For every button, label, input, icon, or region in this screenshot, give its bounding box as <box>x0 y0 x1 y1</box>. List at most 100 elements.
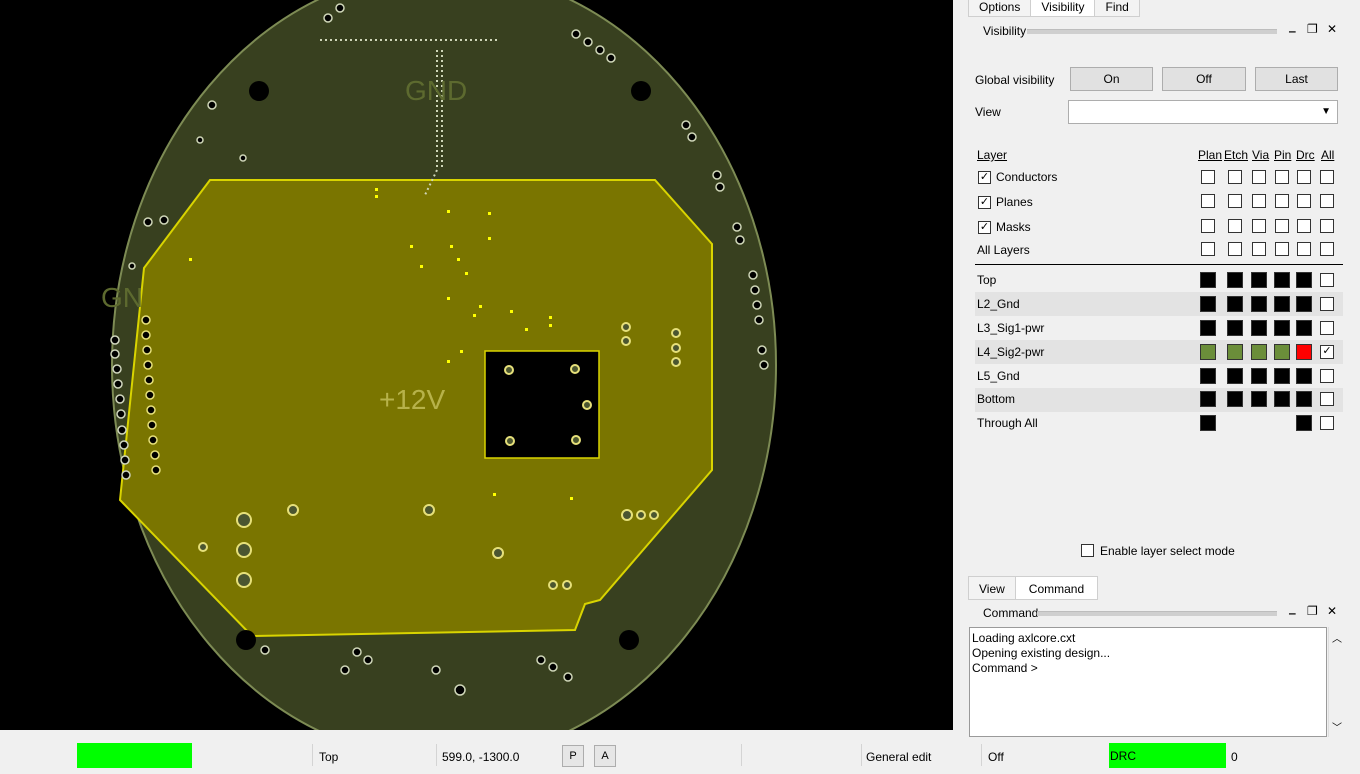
group-toggle-plan[interactable] <box>1201 170 1215 184</box>
layer-row-l3-sig1-pwr[interactable]: L3_Sig1-pwr <box>977 321 1044 335</box>
tab-view[interactable]: View <box>968 576 1016 600</box>
minimize-icon[interactable]: ‒ <box>1289 606 1296 620</box>
group-toggle-via[interactable] <box>1252 170 1266 184</box>
layer-all-checkbox[interactable] <box>1320 392 1334 406</box>
group-toggle-etch[interactable] <box>1228 194 1242 208</box>
group-toggle-etch[interactable] <box>1228 242 1242 256</box>
conductors-checkbox[interactable]: ✓ <box>978 171 991 184</box>
layer-color-swatch-pin[interactable] <box>1274 272 1290 288</box>
a-button[interactable]: A <box>594 745 616 767</box>
layer-all-checkbox[interactable] <box>1320 297 1334 311</box>
layer-color-swatch-drc[interactable] <box>1296 320 1312 336</box>
layer-color-swatch-plan[interactable] <box>1200 296 1216 312</box>
minimize-icon[interactable]: ‒ <box>1289 24 1296 38</box>
layer-color-swatch-pin[interactable] <box>1274 344 1290 360</box>
visibility-on-button[interactable]: On <box>1070 67 1153 91</box>
group-toggle-etch[interactable] <box>1228 170 1242 184</box>
all-column-header[interactable]: All <box>1321 148 1334 162</box>
layer-color-swatch-etch[interactable] <box>1227 368 1243 384</box>
layer-color-swatch-etch[interactable] <box>1227 344 1243 360</box>
tab-find[interactable]: Find <box>1094 0 1140 17</box>
board-view[interactable]: GND GN +12V <box>0 0 953 730</box>
layer-color-swatch-pin[interactable] <box>1274 320 1290 336</box>
scroll-down-icon[interactable]: ﹀ <box>1332 719 1342 734</box>
restore-icon[interactable]: ❐ <box>1307 604 1318 618</box>
layer-all-checkbox[interactable]: ✓ <box>1320 345 1334 359</box>
layer-color-swatch-plan[interactable] <box>1200 320 1216 336</box>
plan-column-header[interactable]: Plan <box>1198 148 1222 162</box>
visibility-off-button[interactable]: Off <box>1162 67 1246 91</box>
layer-color-swatch-pin[interactable] <box>1274 368 1290 384</box>
close-icon[interactable]: ✕ <box>1327 22 1337 36</box>
layer-color-swatch-via[interactable] <box>1251 368 1267 384</box>
layer-row-top[interactable]: Top <box>977 273 996 287</box>
layer-color-swatch-via[interactable] <box>1251 320 1267 336</box>
layer-color-swatch-plan[interactable] <box>1200 391 1216 407</box>
layer-color-swatch-plan[interactable] <box>1200 368 1216 384</box>
group-toggle-pin[interactable] <box>1275 219 1289 233</box>
layer-color-swatch-etch[interactable] <box>1227 272 1243 288</box>
visibility-last-button[interactable]: Last <box>1255 67 1338 91</box>
layer-color-swatch-etch[interactable] <box>1227 296 1243 312</box>
tab-visibility[interactable]: Visibility <box>1030 0 1096 17</box>
group-toggle-all[interactable] <box>1320 194 1334 208</box>
pin-column-header[interactable]: Pin <box>1274 148 1291 162</box>
group-toggle-plan[interactable] <box>1201 242 1215 256</box>
group-toggle-pin[interactable] <box>1275 242 1289 256</box>
group-toggle-all[interactable] <box>1320 242 1334 256</box>
layer-all-checkbox[interactable] <box>1320 416 1334 430</box>
layer-color-swatch-drc[interactable] <box>1296 391 1312 407</box>
group-toggle-drc[interactable] <box>1297 242 1311 256</box>
layer-all-checkbox[interactable] <box>1320 369 1334 383</box>
layer-color-swatch-etch[interactable] <box>1227 320 1243 336</box>
layer-color-swatch-plan[interactable] <box>1200 344 1216 360</box>
layer-color-swatch-drc[interactable] <box>1296 344 1312 360</box>
group-toggle-drc[interactable] <box>1297 170 1311 184</box>
layer-color-swatch-etch[interactable] <box>1227 391 1243 407</box>
layer-color-swatch-pin[interactable] <box>1274 296 1290 312</box>
group-toggle-via[interactable] <box>1252 242 1266 256</box>
layer-all-checkbox[interactable] <box>1320 273 1334 287</box>
close-icon[interactable]: ✕ <box>1327 604 1337 618</box>
layer-color-swatch-pin[interactable] <box>1274 391 1290 407</box>
tab-options[interactable]: Options <box>968 0 1032 17</box>
tab-command[interactable]: Command <box>1014 576 1099 600</box>
group-toggle-via[interactable] <box>1252 194 1266 208</box>
group-toggle-plan[interactable] <box>1201 219 1215 233</box>
drc-indicator[interactable]: DRC <box>1109 743 1226 768</box>
via-column-header[interactable]: Via <box>1252 148 1269 162</box>
command-scrollbar[interactable]: ︿ ﹀ <box>1328 627 1345 737</box>
layer-color-swatch-drc[interactable] <box>1296 415 1312 431</box>
layer-color-swatch-drc[interactable] <box>1296 368 1312 384</box>
etch-column-header[interactable]: Etch <box>1224 148 1248 162</box>
restore-icon[interactable]: ❐ <box>1307 22 1318 36</box>
group-toggle-pin[interactable] <box>1275 170 1289 184</box>
view-select[interactable]: ▼ <box>1068 100 1338 124</box>
group-toggle-etch[interactable] <box>1228 219 1242 233</box>
layer-row-through-all[interactable]: Through All <box>977 416 1038 430</box>
group-toggle-plan[interactable] <box>1201 194 1215 208</box>
planes-checkbox[interactable]: ✓ <box>978 196 991 209</box>
enable-layer-select-checkbox[interactable] <box>1081 544 1094 557</box>
layer-color-swatch-drc[interactable] <box>1296 296 1312 312</box>
scroll-up-icon[interactable]: ︿ <box>1332 630 1342 645</box>
layer-color-swatch-via[interactable] <box>1251 296 1267 312</box>
layer-row-l4-sig2-pwr[interactable]: L4_Sig2-pwr <box>977 345 1044 359</box>
layer-row-l2-gnd[interactable]: L2_Gnd <box>977 297 1020 311</box>
drc-column-header[interactable]: Drc <box>1296 148 1315 162</box>
layer-color-swatch-drc[interactable] <box>1296 272 1312 288</box>
layer-color-swatch-plan[interactable] <box>1200 415 1216 431</box>
layer-color-swatch-via[interactable] <box>1251 391 1267 407</box>
command-output[interactable]: Loading axlcore.cxt Opening existing des… <box>969 627 1327 737</box>
p-button[interactable]: P <box>562 745 584 767</box>
group-toggle-drc[interactable] <box>1297 219 1311 233</box>
layer-color-swatch-plan[interactable] <box>1200 272 1216 288</box>
layer-color-swatch-via[interactable] <box>1251 344 1267 360</box>
layer-row-bottom[interactable]: Bottom <box>977 392 1015 406</box>
design-canvas[interactable]: GND GN +12V <box>0 0 953 730</box>
group-toggle-all[interactable] <box>1320 170 1334 184</box>
layer-color-swatch-via[interactable] <box>1251 272 1267 288</box>
layer-all-checkbox[interactable] <box>1320 321 1334 335</box>
group-toggle-via[interactable] <box>1252 219 1266 233</box>
group-toggle-drc[interactable] <box>1297 194 1311 208</box>
